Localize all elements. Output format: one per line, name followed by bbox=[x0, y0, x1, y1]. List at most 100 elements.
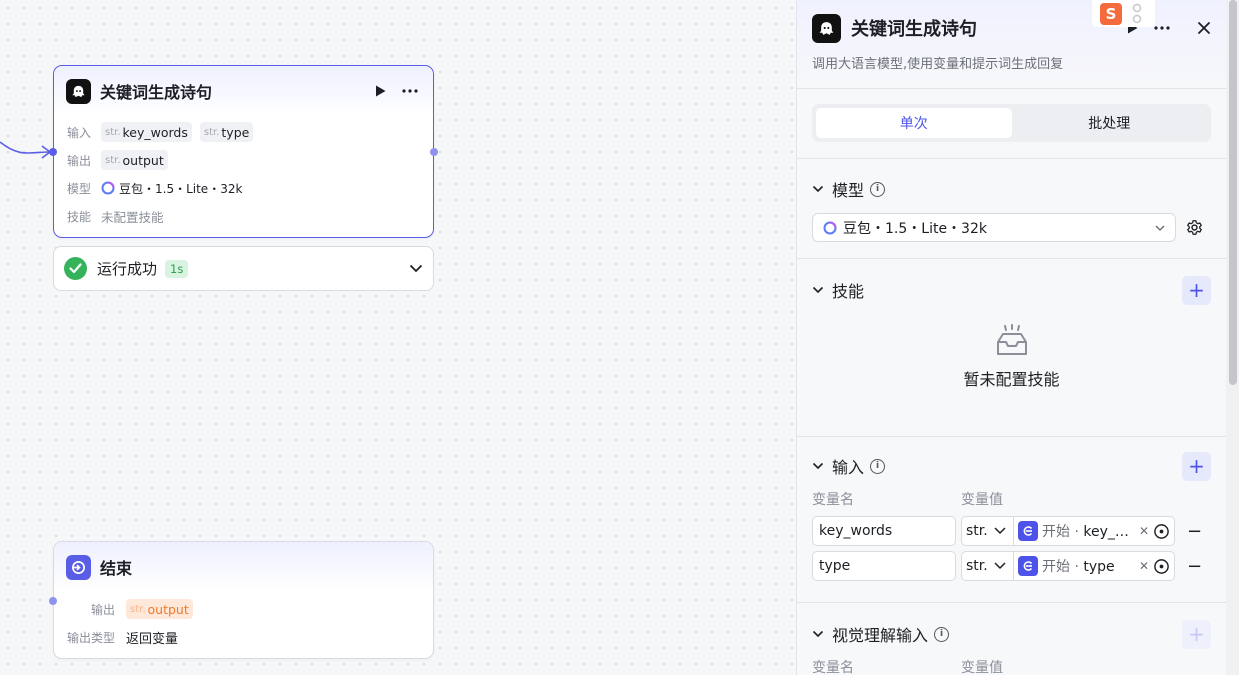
panel-title: 关键词生成诗句 bbox=[851, 19, 977, 40]
output-label: 输出 bbox=[67, 153, 92, 168]
vision-section-header[interactable]: 视觉理解输入 i + bbox=[812, 619, 1211, 649]
chevron-down-icon[interactable] bbox=[409, 264, 423, 273]
vision-input-section: 视觉理解输入 i + 变量名 变量值 bbox=[797, 603, 1226, 675]
run-mode-section: 单次 批处理 bbox=[797, 104, 1226, 159]
end-node-title: 结束 bbox=[100, 559, 133, 578]
llm-node[interactable]: 关键词生成诗句 输入 str. key_words str. type 输出 str… bbox=[53, 65, 434, 238]
add-input-button[interactable]: + bbox=[1182, 451, 1211, 481]
doubao-logo-icon bbox=[823, 221, 837, 234]
tab-single[interactable]: 单次 bbox=[816, 108, 1012, 138]
clear-reference-icon[interactable]: ✕ bbox=[1139, 524, 1149, 538]
chevron-down-icon bbox=[812, 630, 824, 638]
success-check-icon bbox=[64, 257, 87, 280]
vision-column-headers: 变量名 变量值 bbox=[812, 654, 1211, 675]
model-section: 模型 i 豆包・1.5・Lite・32k bbox=[797, 159, 1226, 259]
node-output-row: 输出 str. output bbox=[54, 146, 433, 174]
skill-value: 未配置技能 bbox=[101, 209, 164, 225]
model-settings-button[interactable] bbox=[1186, 219, 1203, 236]
llm-input-port[interactable] bbox=[49, 148, 57, 156]
llm-node-header: 关键词生成诗句 bbox=[54, 66, 433, 116]
run-time-badge: 1s bbox=[165, 259, 189, 278]
run-status-bar[interactable]: 运行成功 1s bbox=[53, 246, 434, 291]
gear-icon bbox=[1187, 220, 1202, 235]
extension-badge[interactable]: S bbox=[1092, 0, 1155, 27]
input-section-header[interactable]: 输入 i + bbox=[812, 451, 1211, 481]
col-var-value: 变量值 bbox=[961, 492, 1003, 508]
panel-llm-icon bbox=[812, 13, 841, 43]
col-var-name: 变量名 bbox=[812, 492, 854, 508]
play-icon bbox=[375, 85, 385, 97]
add-vision-input-button[interactable]: + bbox=[1182, 619, 1211, 649]
model-label: 模型 bbox=[67, 181, 92, 196]
info-icon[interactable]: i bbox=[870, 458, 886, 474]
chevron-down-icon bbox=[812, 462, 824, 470]
var-value-reference[interactable]: 开始 · type ✕ bbox=[1013, 551, 1175, 581]
add-skill-button[interactable]: + bbox=[1182, 275, 1211, 305]
chevron-down-icon bbox=[994, 562, 1006, 570]
clear-reference-icon[interactable]: ✕ bbox=[1139, 559, 1149, 573]
end-node[interactable]: 结束 输出 str. output 输出类型 返回变量 bbox=[53, 541, 434, 659]
remove-input-button[interactable]: − bbox=[1187, 521, 1202, 542]
tab-batch[interactable]: 批处理 bbox=[1012, 108, 1208, 138]
sogou-logo-icon: S bbox=[1100, 2, 1122, 25]
skill-empty-text: 暂未配置技能 bbox=[963, 370, 1060, 389]
var-type-select[interactable]: str. bbox=[961, 516, 1013, 546]
skill-section-title: 技能 bbox=[832, 282, 865, 301]
input-row: key_words str. 开始 · key_… ✕ − bbox=[812, 516, 1211, 546]
llm-output-port[interactable] bbox=[430, 148, 438, 156]
more-icon bbox=[1154, 26, 1170, 30]
inputs-label: 输入 bbox=[67, 125, 92, 140]
input-section: 输入 i + 变量名 变量值 key_words str. 开始 · key_…… bbox=[797, 437, 1226, 603]
reference-icon bbox=[1018, 521, 1038, 541]
scrollbar-thumb[interactable] bbox=[1229, 0, 1237, 385]
more-icon bbox=[402, 89, 418, 93]
panel-close-button[interactable] bbox=[1181, 21, 1211, 35]
end-node-header: 结束 bbox=[54, 542, 433, 592]
chevron-down-icon bbox=[1155, 225, 1165, 231]
col-var-name: 变量名 bbox=[812, 660, 854, 675]
end-input-port[interactable] bbox=[49, 597, 57, 605]
end-output-type-row: 输出类型 返回变量 bbox=[54, 623, 433, 651]
reference-icon bbox=[1018, 556, 1038, 576]
node-inputs-row: 输入 str. key_words str. type bbox=[54, 118, 433, 146]
panel-header: 关键词生成诗句 调用大语言模型,使用变量和提示词生成回复 bbox=[797, 0, 1226, 89]
doubao-logo-icon bbox=[101, 181, 115, 195]
workflow-canvas[interactable]: 关键词生成诗句 输入 str. key_words str. type 输出 str… bbox=[0, 0, 796, 675]
node-config-panel: 关键词生成诗句 调用大语言模型,使用变量和提示词生成回复 单次 批处理 模型 i bbox=[796, 0, 1226, 675]
model-section-header[interactable]: 模型 i bbox=[812, 175, 1211, 203]
skill-section-header[interactable]: 技能 + bbox=[812, 275, 1211, 305]
model-name: 豆包・1.5・Lite・32k bbox=[119, 181, 243, 196]
model-select-value: 豆包・1.5・Lite・32k bbox=[843, 220, 987, 237]
run-node-button[interactable] bbox=[369, 80, 391, 102]
target-icon[interactable] bbox=[1153, 558, 1170, 575]
vision-section-title: 视觉理解输入 bbox=[832, 626, 929, 645]
info-icon[interactable]: i bbox=[870, 181, 886, 197]
output-tag: str. output bbox=[101, 150, 168, 170]
skill-section: 技能 + 暂未配置技能 bbox=[797, 259, 1226, 437]
input-tag: str. key_words bbox=[101, 122, 192, 142]
remove-input-button[interactable]: − bbox=[1187, 556, 1202, 577]
col-var-value: 变量值 bbox=[961, 660, 1003, 675]
skill-label: 技能 bbox=[67, 209, 92, 224]
input-row: type str. 开始 · type ✕ − bbox=[812, 551, 1211, 581]
input-tag: str. type bbox=[199, 122, 254, 142]
node-more-button[interactable] bbox=[399, 80, 421, 102]
var-name-input[interactable]: type bbox=[812, 551, 956, 581]
model-select[interactable]: 豆包・1.5・Lite・32k bbox=[812, 213, 1176, 242]
end-output-row: 输出 str. output bbox=[54, 595, 433, 623]
info-icon[interactable]: i bbox=[934, 626, 950, 642]
llm-node-title: 关键词生成诗句 bbox=[100, 83, 213, 102]
chevron-down-icon bbox=[994, 527, 1006, 535]
grip-icon bbox=[1132, 3, 1142, 23]
end-output-label: 输出 bbox=[91, 602, 116, 617]
skill-empty-state: 暂未配置技能 bbox=[812, 304, 1211, 390]
var-name-input[interactable]: key_words bbox=[812, 516, 956, 546]
target-icon[interactable] bbox=[1153, 523, 1170, 540]
var-type-select[interactable]: str. bbox=[961, 551, 1013, 581]
model-section-title: 模型 bbox=[832, 181, 865, 200]
panel-scrollbar[interactable] bbox=[1226, 0, 1239, 675]
var-value-reference[interactable]: 开始 · key_… ✕ bbox=[1013, 516, 1175, 546]
end-output-type-label: 输出类型 bbox=[67, 630, 116, 645]
chevron-down-icon bbox=[812, 185, 824, 193]
node-skill-row: 技能 未配置技能 bbox=[54, 202, 433, 230]
